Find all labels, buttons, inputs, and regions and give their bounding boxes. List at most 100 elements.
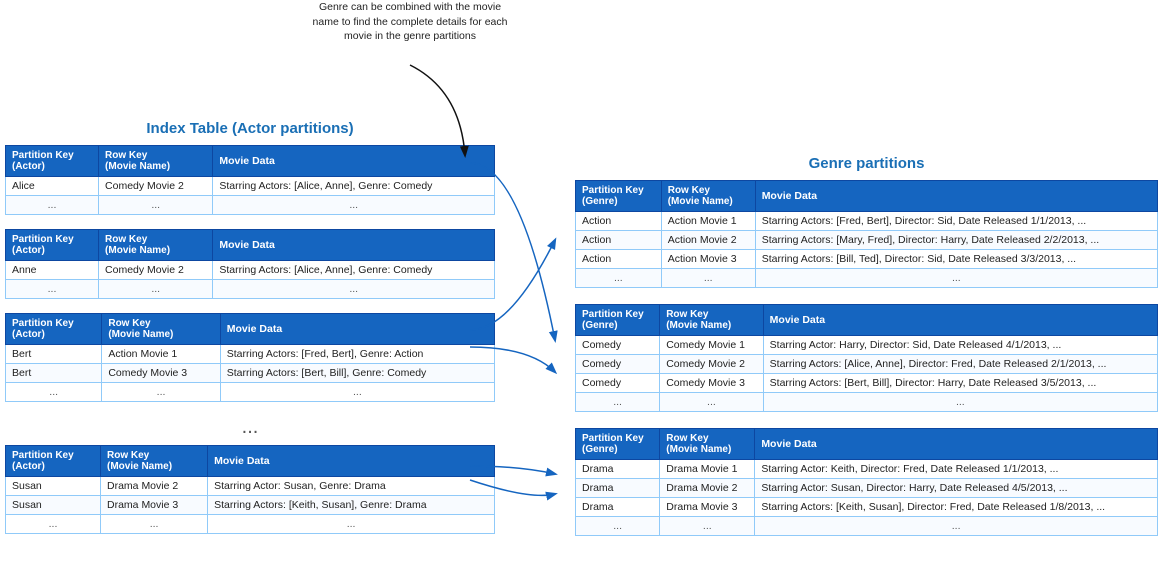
cell: Starring Actor: Keith, Director: Fred, D…	[755, 460, 1158, 479]
cell: Anne	[6, 261, 99, 280]
cell: ...	[755, 269, 1157, 288]
table-comedy: Partition Key(Genre) Row Key(Movie Name)…	[575, 304, 1158, 412]
th-genre-2: Partition Key(Genre)	[576, 305, 660, 336]
cell: Action Movie 3	[661, 250, 755, 269]
table-row: Drama Drama Movie 1 Starring Actor: Keit…	[576, 460, 1158, 479]
cell: Drama Movie 2	[101, 477, 208, 496]
table-row: Comedy Comedy Movie 1 Starring Actor: Ha…	[576, 336, 1158, 355]
cell: Bert	[6, 364, 102, 383]
table-susan: Partition Key(Actor) Row Key(Movie Name)…	[5, 445, 495, 534]
cell: Starring Actor: Susan, Genre: Drama	[208, 477, 495, 496]
cell: Drama Movie 3	[660, 498, 755, 517]
cell: ...	[576, 269, 662, 288]
cell: Drama	[576, 498, 660, 517]
left-section: Index Table (Actor partitions) Partition…	[5, 10, 495, 552]
ellipsis-divider: ...	[5, 416, 495, 439]
cell: Drama	[576, 460, 660, 479]
table-row-dots: ... ... ...	[576, 269, 1158, 288]
table-row: Drama Drama Movie 2 Starring Actor: Susa…	[576, 479, 1158, 498]
cell: Starring Actors: [Fred, Bert], Director:…	[755, 212, 1157, 231]
cell: Drama Movie 2	[660, 479, 755, 498]
table-row: Anne Comedy Movie 2 Starring Actors: [Al…	[6, 261, 495, 280]
table-row: Action Action Movie 3 Starring Actors: […	[576, 250, 1158, 269]
cell: Comedy Movie 3	[102, 364, 220, 383]
cell: Starring Actors: [Alice, Anne], Genre: C…	[213, 261, 495, 280]
cell: Action Movie 1	[661, 212, 755, 231]
th-moviedata-3: Movie Data	[755, 429, 1158, 460]
cell: Starring Actor: Susan, Director: Harry, …	[755, 479, 1158, 498]
cell: Comedy	[576, 355, 660, 374]
th-moviedata-2: Movie Data	[763, 305, 1157, 336]
table-anne: Partition Key(Actor) Row Key(Movie Name)…	[5, 229, 495, 299]
cell: Comedy Movie 2	[660, 355, 763, 374]
cell: Starring Actors: [Bert, Bill], Genre: Co…	[220, 364, 494, 383]
th-genre-3: Partition Key(Genre)	[576, 429, 660, 460]
cell: Bert	[6, 345, 102, 364]
cell: Starring Actors: [Bill, Ted], Director: …	[755, 250, 1157, 269]
cell: Comedy	[576, 374, 660, 393]
cell: Action	[576, 250, 662, 269]
cell: ...	[6, 383, 102, 402]
table-row: Action Action Movie 1 Starring Actors: […	[576, 212, 1158, 231]
callout-annotation: Genre can be combined with the movie nam…	[310, 0, 510, 44]
table-row: Bert Action Movie 1 Starring Actors: [Fr…	[6, 345, 495, 364]
cell: ...	[576, 393, 660, 412]
cell: Comedy Movie 3	[660, 374, 763, 393]
th-data-3: Movie Data	[220, 314, 494, 345]
cell: Starring Actors: [Alice, Anne], Director…	[763, 355, 1157, 374]
cell: Starring Actors: [Fred, Bert], Genre: Ac…	[220, 345, 494, 364]
cell: Action Movie 2	[661, 231, 755, 250]
th-actor-1: Partition Key(Actor)	[6, 146, 99, 177]
cell: ...	[220, 383, 494, 402]
table-row-dots: ... ... ...	[6, 196, 495, 215]
cell: Comedy Movie 2	[99, 261, 213, 280]
th-rowkey-1: Row Key(Movie Name)	[661, 181, 755, 212]
th-movie-1: Row Key(Movie Name)	[99, 146, 213, 177]
cell: ...	[99, 280, 213, 299]
th-data-4: Movie Data	[208, 446, 495, 477]
cell: Drama Movie 1	[660, 460, 755, 479]
th-data-2: Movie Data	[213, 230, 495, 261]
callout-text: Genre can be combined with the movie nam…	[313, 1, 508, 42]
cell: Starring Actor: Harry, Director: Sid, Da…	[763, 336, 1157, 355]
cell: ...	[661, 269, 755, 288]
th-actor-3: Partition Key(Actor)	[6, 314, 102, 345]
cell: ...	[6, 280, 99, 299]
table-row: Bert Comedy Movie 3 Starring Actors: [Be…	[6, 364, 495, 383]
cell: ...	[755, 517, 1158, 536]
table-row-dots: ... ... ...	[576, 517, 1158, 536]
table-row: Action Action Movie 2 Starring Actors: […	[576, 231, 1158, 250]
th-genre-1: Partition Key(Genre)	[576, 181, 662, 212]
table-row-dots: ... ... ...	[6, 280, 495, 299]
table-action: Partition Key(Genre) Row Key(Movie Name)…	[575, 180, 1158, 288]
main-container: Genre can be combined with the movie nam…	[0, 0, 1168, 562]
cell: Comedy	[576, 336, 660, 355]
th-moviedata-1: Movie Data	[755, 181, 1157, 212]
cell: ...	[660, 393, 763, 412]
cell: ...	[576, 517, 660, 536]
table-row-dots: ... ... ...	[576, 393, 1158, 412]
table-alice: Partition Key(Actor) Row Key(Movie Name)…	[5, 145, 495, 215]
cell: Starring Actors: [Keith, Susan], Genre: …	[208, 496, 495, 515]
cell: Starring Actors: [Mary, Fred], Director:…	[755, 231, 1157, 250]
table-row-dots: ... ... ...	[6, 383, 495, 402]
cell: Starring Actors: [Bert, Bill], Director:…	[763, 374, 1157, 393]
table-row: Drama Drama Movie 3 Starring Actors: [Ke…	[576, 498, 1158, 517]
cell: Comedy Movie 2	[99, 177, 213, 196]
table-bert: Partition Key(Actor) Row Key(Movie Name)…	[5, 313, 495, 402]
th-movie-2: Row Key(Movie Name)	[99, 230, 213, 261]
cell: Action	[576, 231, 662, 250]
cell: Action Movie 1	[102, 345, 220, 364]
cell: ...	[213, 196, 495, 215]
th-actor-4: Partition Key(Actor)	[6, 446, 101, 477]
cell: Drama	[576, 479, 660, 498]
th-movie-4: Row Key(Movie Name)	[101, 446, 208, 477]
table-drama: Partition Key(Genre) Row Key(Movie Name)…	[575, 428, 1158, 536]
table-row: Alice Comedy Movie 2 Starring Actors: [A…	[6, 177, 495, 196]
right-section: Genre partitions Partition Key(Genre) Ro…	[495, 10, 1158, 552]
cell: Susan	[6, 477, 101, 496]
cell: ...	[6, 515, 101, 534]
cell: ...	[99, 196, 213, 215]
cell: ...	[6, 196, 99, 215]
table-row: Susan Drama Movie 2 Starring Actor: Susa…	[6, 477, 495, 496]
